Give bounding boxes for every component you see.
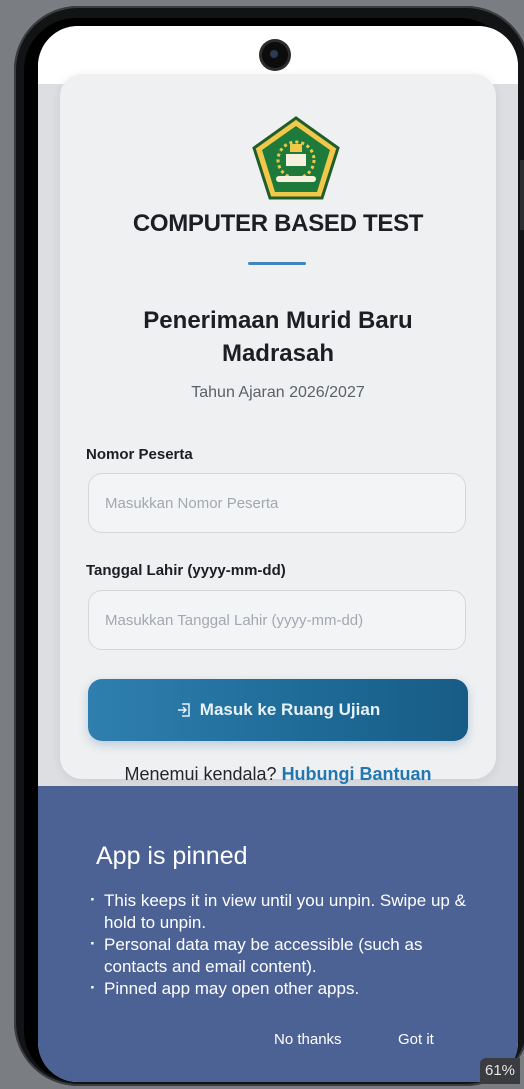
app-content: COMPUTER BASED TEST Penerimaan Murid Bar… xyxy=(38,74,518,786)
pin-dialog-list: This keeps it in view until you unpin. S… xyxy=(78,889,478,1000)
pin-dialog-title: App is pinned xyxy=(96,842,248,870)
pin-dialog-item: Personal data may be accessible (such as… xyxy=(78,933,478,978)
help-link[interactable]: Hubungi Bantuan xyxy=(282,764,432,784)
tanggal-lahir-input[interactable] xyxy=(88,590,466,650)
pin-dialog-item: This keeps it in view until you unpin. S… xyxy=(78,889,478,934)
login-button[interactable]: Masuk ke Ruang Ujian xyxy=(88,679,468,741)
title-divider xyxy=(248,262,306,265)
help-prefix: Menemui kendala? xyxy=(124,764,282,784)
front-camera xyxy=(262,42,288,68)
pin-dialog-item: Pinned app may open other apps. xyxy=(78,977,478,1000)
login-icon xyxy=(177,703,190,717)
no-thanks-button[interactable]: No thanks xyxy=(274,1031,342,1048)
got-it-button[interactable]: Got it xyxy=(398,1031,434,1048)
page-title: COMPUTER BASED TEST xyxy=(132,210,424,237)
nomor-peserta-input[interactable] xyxy=(88,473,466,533)
login-card: COMPUTER BASED TEST Penerimaan Murid Bar… xyxy=(60,74,496,784)
tanggal-lahir-label: Tanggal Lahir (yyyy-mm-dd) xyxy=(86,562,286,579)
nomor-peserta-label: Nomor Peserta xyxy=(86,446,193,463)
help-text: Menemui kendala? Hubungi Bantuan xyxy=(60,764,496,785)
page-subtitle: Penerimaan Murid Baru Madrasah xyxy=(143,307,413,367)
battery-indicator: 61% xyxy=(480,1058,520,1084)
login-button-label: Masuk ke Ruang Ujian xyxy=(199,700,381,719)
phone-screen: COMPUTER BASED TEST Penerimaan Murid Bar… xyxy=(38,26,518,1082)
phone-side-button xyxy=(520,160,524,230)
academic-year: Tahun Ajaran 2026/2027 xyxy=(191,384,365,401)
kemenag-logo-icon xyxy=(252,116,340,200)
